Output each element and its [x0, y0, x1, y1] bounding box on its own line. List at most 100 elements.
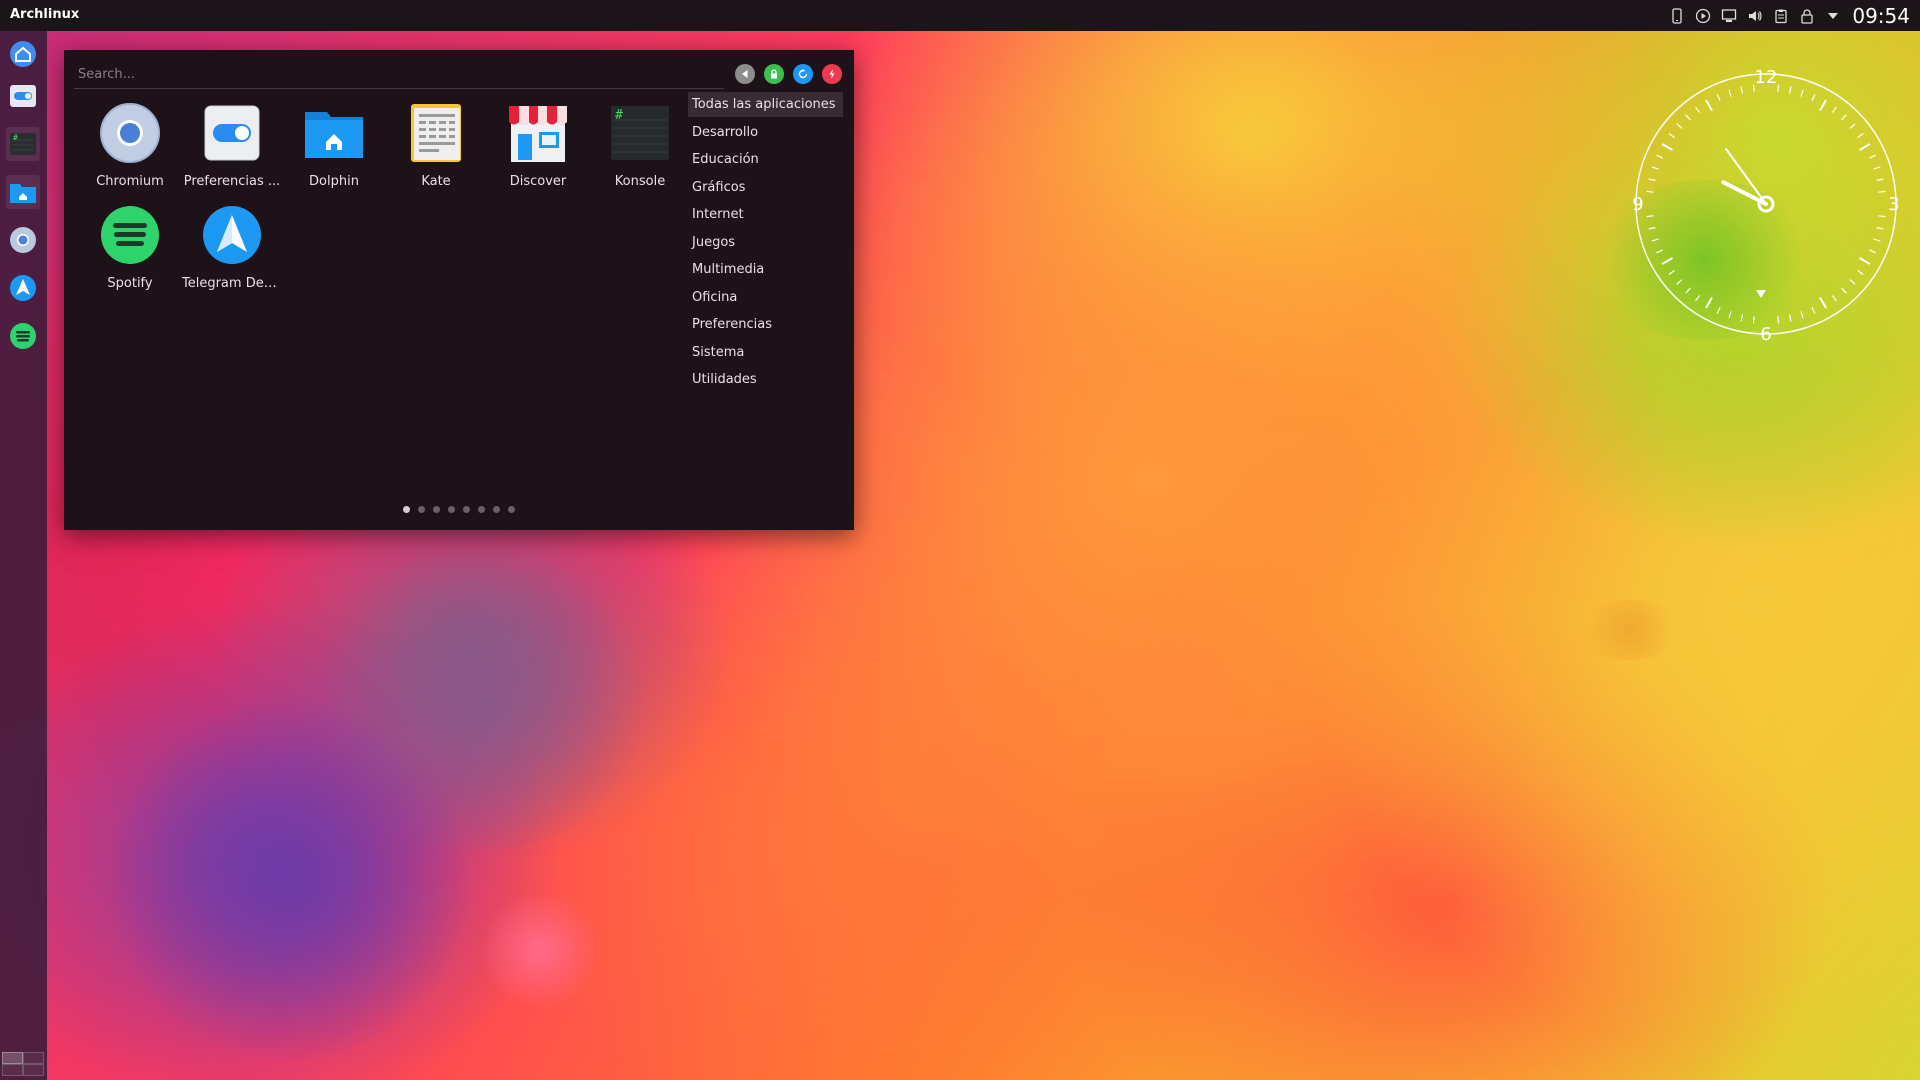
clock-tick	[1849, 123, 1856, 129]
wallpaper-blob	[100, 700, 480, 1060]
clock-tick	[1728, 311, 1732, 319]
clock-tick	[1777, 84, 1780, 92]
clock-tick	[1740, 86, 1744, 94]
chromium-icon	[97, 100, 163, 166]
volume-icon[interactable]	[1746, 7, 1764, 25]
page-dot[interactable]	[418, 506, 425, 513]
phone-icon[interactable]	[1668, 7, 1686, 25]
clock-tick	[1716, 94, 1721, 102]
clock-tick	[1705, 297, 1713, 309]
clock-tick	[1878, 190, 1886, 193]
chromium-icon	[10, 227, 36, 253]
pager-desktop-1[interactable]	[2, 1052, 23, 1064]
dock-item-chromium[interactable]	[6, 223, 40, 257]
network-icon[interactable]	[1720, 7, 1738, 25]
clock-tick	[1878, 215, 1886, 218]
category-utilities[interactable]: Utilidades	[688, 367, 843, 392]
category-graphics[interactable]: Gráficos	[688, 175, 843, 200]
dock-item-settings[interactable]	[6, 79, 40, 113]
system-tray: 09:54	[1664, 0, 1920, 31]
clock-tick	[1676, 123, 1683, 129]
clock-tick	[1777, 316, 1780, 324]
page-dot[interactable]	[433, 506, 440, 513]
category-all-apps[interactable]: Todas las aplicaciones	[688, 92, 843, 117]
page-dot[interactable]	[463, 506, 470, 513]
clipboard-icon[interactable]	[1772, 7, 1790, 25]
lock-screen-button[interactable]	[764, 64, 784, 84]
clock-tick	[1685, 114, 1691, 121]
lock-icon[interactable]	[1798, 7, 1816, 25]
category-office[interactable]: Oficina	[688, 285, 843, 310]
app-tile-konsole[interactable]: # Konsole	[592, 98, 688, 194]
clock-numeral-12: 12	[1755, 67, 1778, 88]
clock-tick	[1868, 249, 1876, 254]
clock-tick	[1811, 306, 1816, 314]
page-indicator	[64, 506, 854, 513]
refresh-icon	[798, 68, 808, 79]
app-label: Telegram Des...	[182, 276, 282, 291]
dock-item-terminal[interactable]: #	[6, 127, 40, 161]
virtual-desktop-pager[interactable]	[2, 1052, 44, 1076]
clock-tick	[1648, 226, 1656, 230]
pager-desktop-4[interactable]	[23, 1064, 44, 1076]
app-label: Kate	[421, 174, 451, 189]
category-list: Todas las aplicaciones Desarrollo Educac…	[688, 92, 843, 395]
settings-toggle-icon	[10, 85, 36, 107]
category-preferences[interactable]: Preferencias	[688, 312, 843, 337]
panel-clock[interactable]: 09:54	[1852, 4, 1910, 28]
page-dot[interactable]	[493, 506, 500, 513]
category-games[interactable]: Juegos	[688, 230, 843, 255]
page-dot[interactable]	[448, 506, 455, 513]
pager-desktop-3[interactable]	[2, 1064, 23, 1076]
search-input[interactable]	[74, 62, 722, 86]
clock-tick	[1841, 287, 1847, 294]
app-tile-discover[interactable]: Discover	[490, 98, 586, 194]
dock-item-home[interactable]	[6, 37, 40, 71]
svg-text:#: #	[13, 133, 18, 142]
active-app-name: Archlinux	[10, 7, 80, 22]
app-label: Spotify	[107, 276, 153, 291]
pager-desktop-2[interactable]	[23, 1052, 44, 1064]
clock-numeral-6: 6	[1760, 324, 1771, 342]
shutdown-button[interactable]	[822, 64, 842, 84]
app-tile-spotify[interactable]: Spotify	[82, 200, 178, 296]
clock-tick	[1831, 295, 1838, 302]
category-education[interactable]: Educación	[688, 147, 843, 172]
page-dot[interactable]	[508, 506, 515, 513]
clock-tick	[1656, 249, 1664, 254]
clock-tick	[1705, 99, 1713, 111]
expand-arrow-icon[interactable]	[1824, 7, 1842, 25]
app-tile-kate[interactable]: Kate	[388, 98, 484, 194]
category-multimedia[interactable]: Multimedia	[688, 257, 843, 282]
app-tile-chromium[interactable]: Chromium	[82, 98, 178, 194]
category-system[interactable]: Sistema	[688, 340, 843, 365]
telegram-icon	[10, 275, 36, 301]
clock-tick	[1831, 106, 1838, 113]
clock-tick	[1668, 269, 1675, 276]
dolphin-folder-icon	[301, 100, 367, 166]
app-tile-preferences[interactable]: Preferencias ...	[184, 98, 280, 194]
app-tile-dolphin[interactable]: Dolphin	[286, 98, 382, 194]
clock-tick	[1849, 279, 1856, 285]
dock-item-files[interactable]	[6, 175, 40, 209]
category-internet[interactable]: Internet	[688, 202, 843, 227]
clock-marker	[1756, 290, 1766, 298]
clock-tick	[1868, 154, 1876, 159]
discover-store-icon	[505, 100, 571, 166]
folder-icon	[10, 184, 36, 203]
clock-tick	[1651, 238, 1659, 242]
dock-item-telegram[interactable]	[6, 271, 40, 305]
app-tile-telegram[interactable]: Telegram Des...	[182, 200, 282, 296]
analog-clock-widget[interactable]: 12 3 6 9	[1628, 66, 1904, 345]
page-dot[interactable]	[478, 506, 485, 513]
clock-numeral-3: 3	[1888, 194, 1899, 215]
clock-tick	[1857, 132, 1864, 139]
clock-tick	[1800, 89, 1804, 97]
page-dot[interactable]	[403, 506, 410, 513]
back-button[interactable]	[735, 64, 755, 84]
category-development[interactable]: Desarrollo	[688, 120, 843, 145]
dock-item-spotify[interactable]	[6, 319, 40, 353]
media-play-icon[interactable]	[1694, 7, 1712, 25]
clock-tick	[1651, 166, 1659, 170]
restart-button[interactable]	[793, 64, 813, 84]
